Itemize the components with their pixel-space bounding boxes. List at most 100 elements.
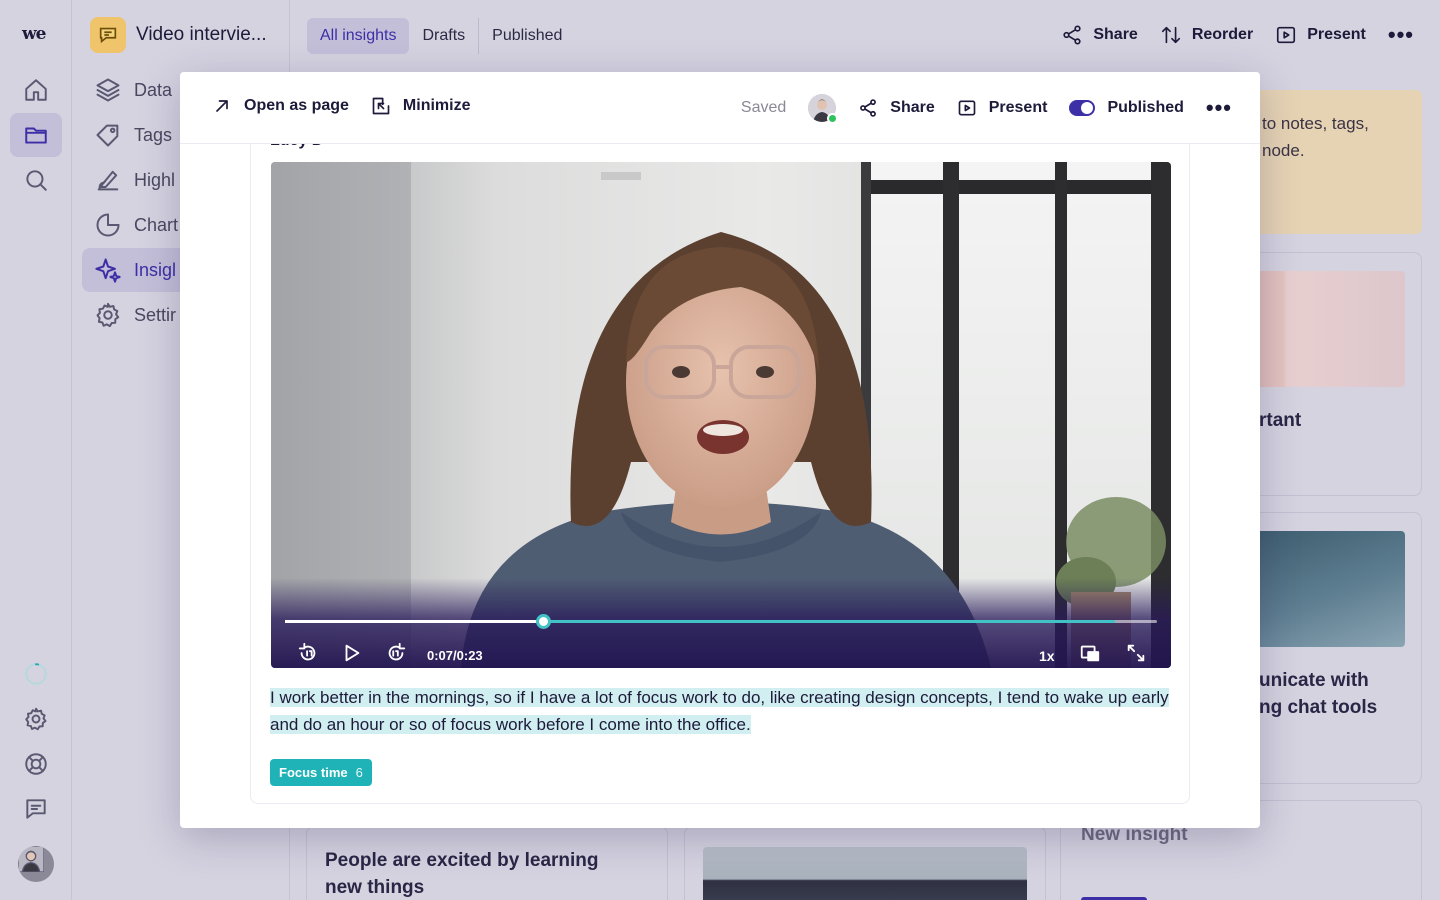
background-insight-card[interactable]: unicate with ng chat tools (1240, 512, 1422, 784)
top-actions: Share Reorder Present ••• (1061, 22, 1414, 48)
modal-share-button[interactable]: Share (858, 98, 935, 118)
present-button[interactable]: Present (1275, 24, 1366, 46)
play-icon (345, 644, 360, 662)
share-button[interactable]: Share (1061, 24, 1138, 46)
highlight-segment (455, 620, 1116, 623)
project-avatar (90, 17, 126, 53)
collaborator-avatar[interactable] (808, 94, 839, 124)
picture-in-picture-button[interactable] (1079, 642, 1101, 664)
gear-icon (25, 707, 47, 731)
picture-in-picture-icon (1080, 645, 1100, 662)
published-label: Published (1107, 99, 1184, 116)
help-button[interactable] (10, 742, 62, 786)
background-insight-card[interactable]: People are excited by learning new things (306, 826, 668, 900)
project-name: Video intervie... (136, 24, 267, 45)
background-insight-card[interactable] (684, 826, 1046, 900)
search-button[interactable] (10, 158, 62, 202)
background-insight-card[interactable]: rtant (1240, 252, 1422, 496)
reorder-button[interactable]: Reorder (1160, 24, 1253, 46)
sparkles-icon (95, 258, 121, 283)
card-thumbnail (1241, 271, 1405, 387)
background-note-card[interactable]: to notes, tags, node. (1240, 90, 1422, 234)
saved-status: Saved (740, 99, 787, 116)
forward-button[interactable] (385, 642, 407, 664)
highlighted-quote[interactable]: I work better in the mornings, so if I h… (270, 688, 1169, 734)
loading-spinner-icon (25, 663, 47, 685)
open-as-page-button[interactable]: Open as page (212, 96, 349, 116)
reorder-label: Reorder (1191, 26, 1254, 43)
message-icon (26, 799, 46, 819)
tab-drafts[interactable]: Drafts (409, 18, 478, 54)
published-toggle[interactable]: Published (1069, 99, 1184, 117)
card-title: People are excited by learning new things (325, 850, 599, 898)
scrub-handle[interactable] (536, 614, 552, 629)
present-label: Present (988, 99, 1048, 116)
present-icon (1277, 26, 1296, 44)
speech-bubble-icon (99, 27, 117, 44)
highlighter-icon (97, 170, 119, 191)
reorder-arrows-icon (1161, 26, 1180, 44)
card-thumbnail (703, 847, 1027, 900)
present-label: Present (1307, 26, 1366, 43)
online-status-dot (827, 113, 839, 124)
toggle-switch[interactable] (1069, 100, 1096, 116)
transcript-text[interactable]: I work better in the mornings, so if I h… (270, 684, 1174, 738)
gear-icon (96, 302, 120, 328)
sidebar-item-label: Settir (134, 304, 177, 325)
settings-button[interactable] (10, 697, 62, 741)
video-player[interactable]: 0:07/0:23 1x (271, 162, 1171, 668)
top-bar: All insights Drafts Published Share Reor… (290, 0, 1440, 72)
share-icon (860, 99, 877, 117)
insight-modal: Open as page Minimize Saved Share Presen… (180, 72, 1260, 828)
help-lifebuoy-icon (25, 753, 47, 775)
more-dots-icon: ••• (1205, 95, 1232, 120)
playback-speed-button[interactable]: 1x (1039, 648, 1055, 664)
share-icon (1063, 25, 1081, 45)
rewind-button[interactable] (297, 642, 319, 664)
feedback-button[interactable] (10, 787, 62, 831)
open-as-page-label: Open as page (244, 97, 349, 114)
minimize-icon (372, 97, 390, 115)
card-thumbnail (1241, 531, 1405, 647)
play-button[interactable] (341, 642, 363, 664)
card-title: rtant (1259, 410, 1302, 431)
home-button[interactable] (10, 68, 62, 112)
search-icon (26, 170, 47, 191)
tab-all-insights[interactable]: All insights (307, 18, 410, 54)
tab-published[interactable]: Published (478, 18, 575, 54)
home-icon (25, 79, 47, 101)
note-text: to notes, tags, node. (1262, 114, 1369, 160)
video-controls: 0:07/0:23 1x (271, 578, 1171, 668)
sidebar-item-label: Data (134, 79, 173, 100)
share-label: Share (890, 99, 935, 116)
app-rail: we (0, 0, 72, 900)
project-header[interactable]: Video intervie... (90, 17, 267, 53)
modal-more-options-button[interactable]: ••• (1206, 95, 1232, 121)
sidebar-item-label: Insigl (134, 259, 177, 280)
fullscreen-button[interactable] (1125, 642, 1147, 664)
modal-present-button[interactable]: Present (957, 98, 1048, 118)
share-label: Share (1093, 26, 1138, 43)
tag-chip[interactable]: Focus time 6 (270, 759, 372, 786)
tag-count: 6 (355, 765, 363, 780)
rewind-icon (298, 642, 316, 661)
person-avatar-icon (18, 846, 45, 873)
video-progress-track[interactable] (285, 614, 1157, 629)
tag-icon (96, 124, 119, 147)
pie-chart-icon (96, 213, 120, 237)
app-logo[interactable]: we (22, 24, 46, 44)
present-icon (958, 100, 976, 116)
user-avatar[interactable] (18, 846, 54, 882)
loading-indicator (10, 652, 62, 696)
minimize-label: Minimize (402, 97, 471, 114)
projects-button[interactable] (10, 113, 62, 157)
more-options-button[interactable]: ••• (1388, 22, 1414, 48)
card-title: unicate with ng chat tools (1259, 670, 1378, 718)
expand-icon (1127, 644, 1145, 662)
sidebar-item-label: Chart (134, 214, 179, 235)
minimize-button[interactable]: Minimize (371, 96, 471, 116)
folder-icon (25, 127, 47, 144)
arrow-up-right-icon (216, 100, 228, 112)
tag-label: Focus time (279, 765, 348, 780)
insight-tabs: All insights Drafts Published (307, 18, 575, 54)
